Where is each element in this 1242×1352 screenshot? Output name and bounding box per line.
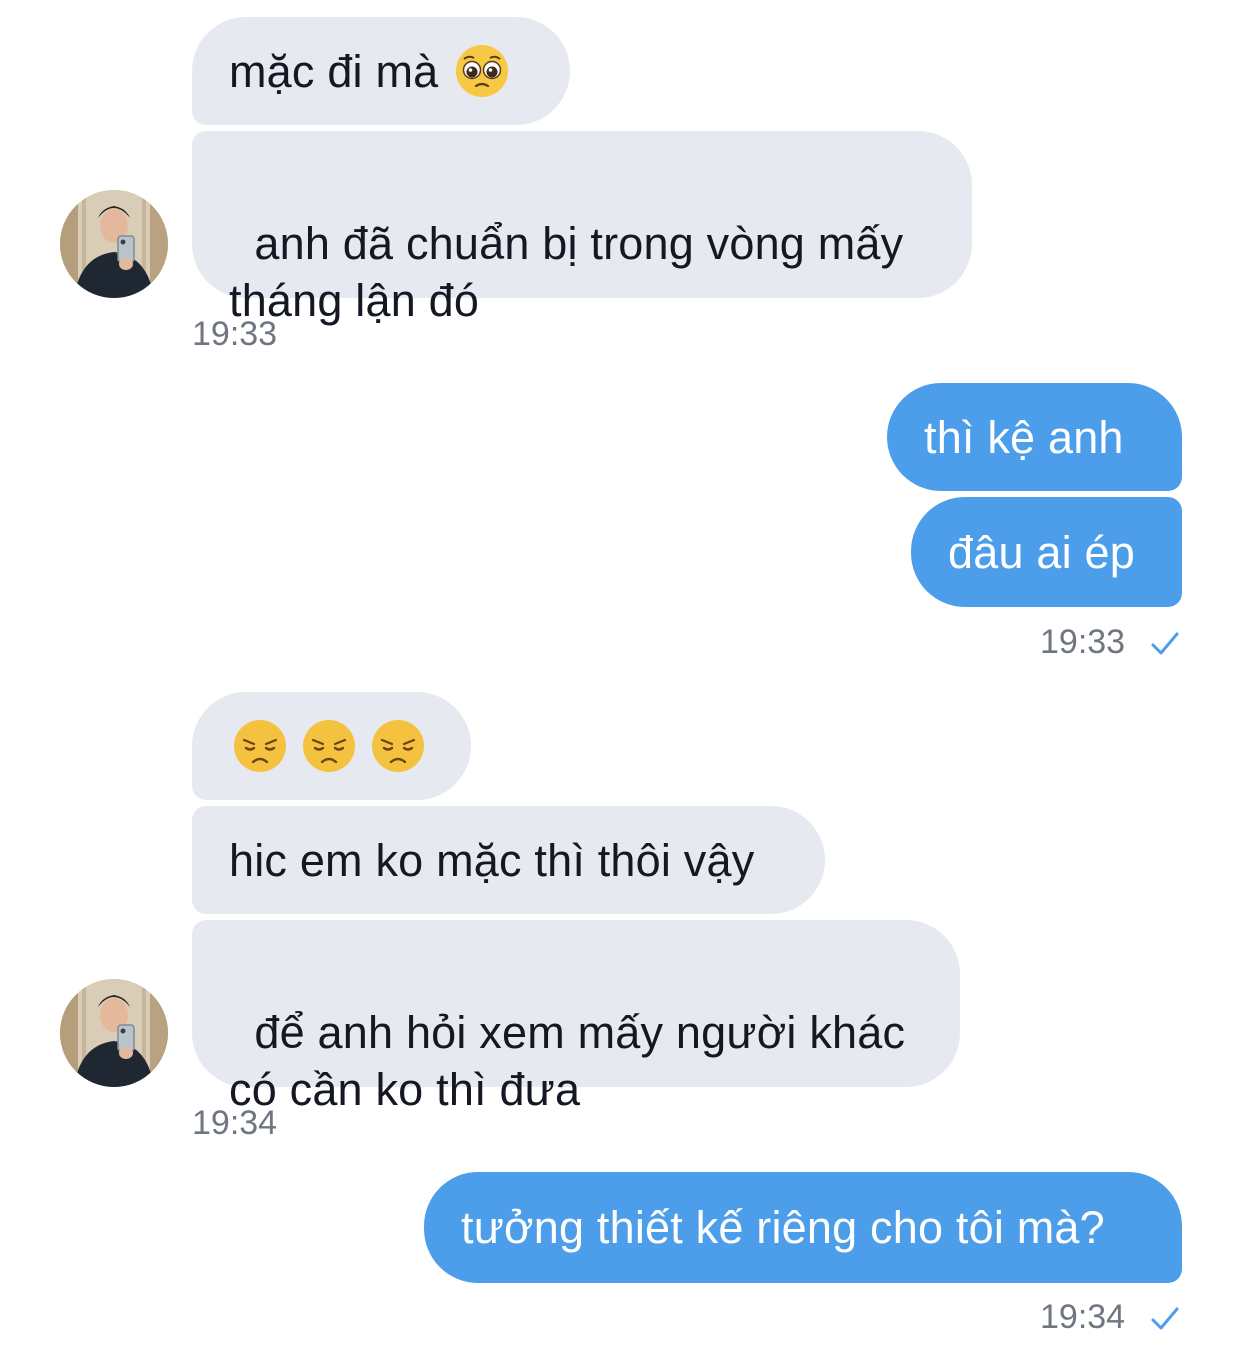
avatar-photo	[60, 979, 168, 1087]
outgoing-message[interactable]: thì kệ anh	[887, 383, 1182, 491]
contact-avatar[interactable]	[60, 190, 168, 298]
disappointed-face-emoji	[303, 720, 355, 772]
check-icon	[1151, 1307, 1179, 1330]
timestamp: 19:34	[192, 1104, 278, 1142]
message-text: tưởng thiết kế riêng cho tôi mà?	[461, 1202, 1105, 1253]
incoming-message[interactable]: mặc đi mà	[192, 17, 570, 125]
message-text: đâu ai ép	[948, 526, 1135, 578]
check-icon	[1151, 632, 1179, 655]
message-text: mặc đi mà	[229, 45, 439, 97]
message-text: thì kệ anh	[924, 411, 1124, 463]
timestamp: 19:34	[1040, 1298, 1126, 1336]
incoming-message[interactable]: anh đã chuẩn bị trong vòng mấy tháng lận…	[192, 131, 972, 326]
message-text: anh đã chuẩn bị trong vòng mấy tháng lận…	[229, 218, 904, 326]
outgoing-message[interactable]: tưởng thiết kế riêng cho tôi mà?	[424, 1172, 1182, 1283]
contact-avatar[interactable]	[60, 979, 168, 1087]
avatar-photo	[60, 190, 168, 298]
timestamp: 19:33	[1040, 623, 1126, 661]
outgoing-message[interactable]: đâu ai ép	[911, 497, 1182, 607]
message-text: hic em ko mặc thì thôi vậy	[229, 834, 755, 886]
disappointed-face-emoji	[234, 720, 286, 772]
pleading-face-emoji	[456, 45, 509, 97]
incoming-message[interactable]	[192, 692, 471, 800]
incoming-message[interactable]: để anh hỏi xem mấy người khác có cần ko …	[192, 920, 960, 1115]
disappointed-face-emoji	[372, 720, 424, 772]
incoming-message[interactable]: hic em ko mặc thì thôi vậy	[192, 806, 825, 914]
message-text: để anh hỏi xem mấy người khác có cần ko …	[229, 1007, 906, 1115]
timestamp: 19:33	[192, 315, 278, 353]
